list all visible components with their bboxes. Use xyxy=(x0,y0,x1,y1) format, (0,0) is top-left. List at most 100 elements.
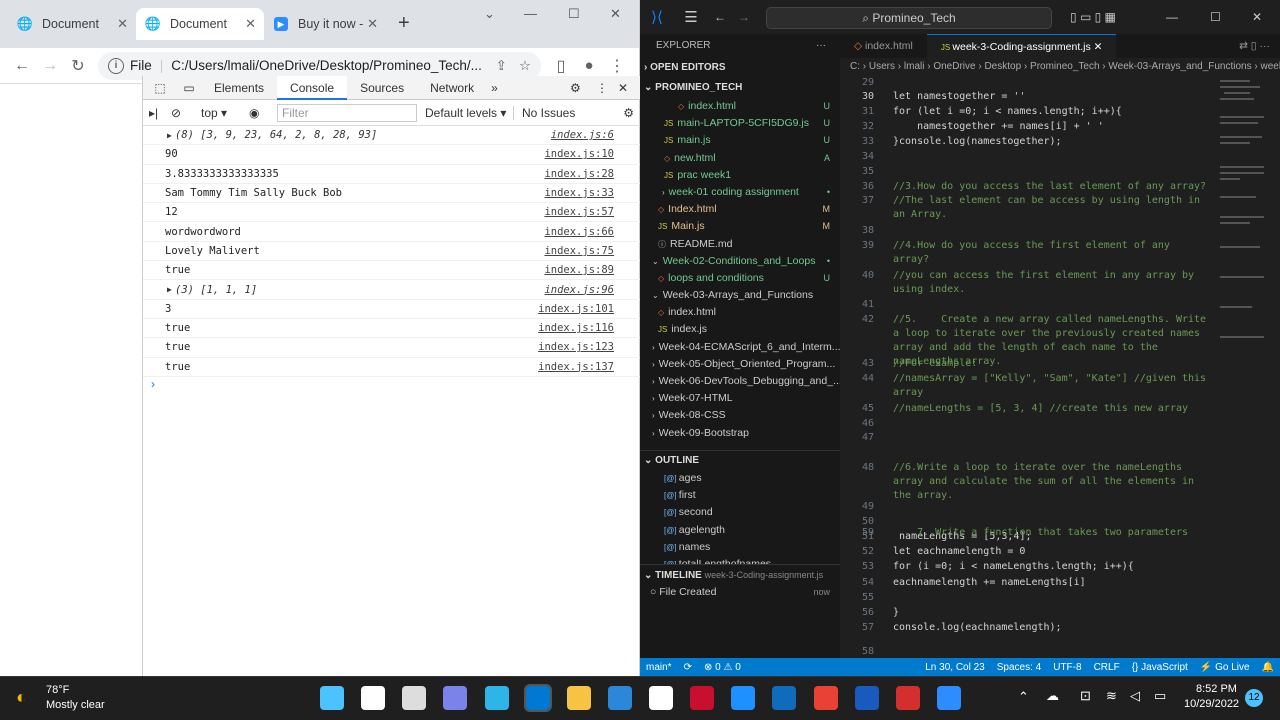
outlook-icon[interactable] xyxy=(772,686,796,710)
weather-icon[interactable]: ◐ xyxy=(16,687,27,708)
context-select[interactable]: top ▾ xyxy=(201,106,249,120)
close-icon[interactable]: ✕ xyxy=(1094,41,1103,53)
bell-icon[interactable]: 🔔 xyxy=(1262,662,1274,673)
branch-indicator[interactable]: main* xyxy=(646,662,672,673)
close-icon[interactable]: ✕ xyxy=(367,16,378,32)
info-icon[interactable]: i xyxy=(108,57,124,74)
code-editor[interactable]: 29 30 let namestogether = '' 31 for (let i =… xyxy=(840,76,1260,658)
log-source-link[interactable]: index.js:6 xyxy=(551,129,614,141)
sidepanel-icon[interactable]: ▯ xyxy=(547,56,575,76)
tree-item[interactable]: ⌄ Week-02-Conditions_and_Loops • xyxy=(640,253,840,270)
log-source-link[interactable]: index.js:75 xyxy=(544,245,614,257)
inspect-icon[interactable]: ⬚ xyxy=(143,81,177,95)
zoom-icon[interactable] xyxy=(937,686,961,710)
forward-icon[interactable]: → xyxy=(36,57,64,75)
tree-item[interactable]: ◇ Index.html M xyxy=(640,201,840,218)
cloud-icon[interactable]: ☁ xyxy=(1046,688,1059,704)
search-icon[interactable] xyxy=(361,686,385,710)
clock-date[interactable]: 10/29/2022 xyxy=(1184,698,1239,710)
minimize-button[interactable]: — xyxy=(1166,10,1178,24)
eye-icon[interactable]: ◉ xyxy=(249,106,269,120)
close-icon[interactable]: ✕ xyxy=(117,16,128,32)
network-icon[interactable]: ⊡ xyxy=(1080,688,1091,704)
maximize-button[interactable]: ☐ xyxy=(1210,10,1221,24)
more-actions-icon[interactable]: ··· xyxy=(816,34,826,58)
outline-item[interactable]: [@] ages xyxy=(640,470,840,487)
weather-desc[interactable]: Mostly clear xyxy=(46,699,105,711)
tab-network[interactable]: Network xyxy=(417,76,487,100)
breadcrumb[interactable]: C: › Users › lmali › OneDrive › Desktop … xyxy=(840,58,1280,76)
tree-item[interactable]: JS Main.js M xyxy=(640,218,840,235)
notification-badge[interactable]: 12 xyxy=(1245,689,1263,707)
menu-icon[interactable]: ☰ xyxy=(674,8,708,26)
outline-item[interactable]: [@] first xyxy=(640,487,840,504)
tree-item[interactable]: › Week-06-DevTools_Debugging_and_... xyxy=(640,373,840,390)
timeline-item[interactable]: ○ File Created now xyxy=(640,584,840,601)
photos-icon[interactable] xyxy=(731,686,755,710)
tree-item[interactable]: ◇ new.html A xyxy=(640,150,840,167)
menu-kebab-icon[interactable]: ⋮ xyxy=(603,56,631,76)
battery-icon[interactable]: ▭ xyxy=(1154,688,1166,704)
open-editors-section[interactable]: › OPEN EDITORS xyxy=(640,58,840,78)
pdf-icon[interactable] xyxy=(896,686,920,710)
log-source-link[interactable]: index.js:101 xyxy=(538,303,614,315)
tab-search-icon[interactable]: ⌄ xyxy=(484,6,495,22)
store-icon[interactable] xyxy=(608,686,632,710)
tree-item[interactable]: JS prac week1 xyxy=(640,167,840,184)
word-icon[interactable] xyxy=(855,686,879,710)
log-source-link[interactable]: index.js:96 xyxy=(544,284,614,296)
close-icon[interactable]: ✕ xyxy=(618,81,640,95)
file-explorer-icon[interactable] xyxy=(567,686,591,710)
command-center-search[interactable]: ⌕ Promineo_Tech xyxy=(766,7,1052,29)
eol[interactable]: CRLF xyxy=(1094,662,1120,673)
wifi-icon[interactable]: ≋ xyxy=(1106,688,1117,704)
console-prompt[interactable]: › xyxy=(143,377,640,395)
vscode-icon[interactable] xyxy=(524,684,552,712)
log-source-link[interactable]: index.js:89 xyxy=(544,264,614,276)
log-source-link[interactable]: index.js:28 xyxy=(544,168,614,180)
mcafee-icon[interactable] xyxy=(690,686,714,710)
maximize-button[interactable]: ☐ xyxy=(568,6,580,22)
close-window-button[interactable]: ✕ xyxy=(610,6,621,22)
clear-console-icon[interactable]: ⊘ xyxy=(171,106,195,120)
close-window-button[interactable]: ✕ xyxy=(1252,10,1262,24)
cursor-position[interactable]: Ln 30, Col 23 xyxy=(925,662,985,673)
levels-dropdown[interactable]: Default levels ▾ xyxy=(425,106,513,120)
back-icon[interactable]: ← xyxy=(8,57,36,75)
chevron-up-icon[interactable]: ⌃ xyxy=(1018,689,1029,705)
minimize-button[interactable]: — xyxy=(524,6,537,21)
project-root[interactable]: ⌄ PROMINEO_TECH xyxy=(640,78,840,98)
language-mode[interactable]: {} JavaScript xyxy=(1132,662,1188,673)
new-tab-button[interactable]: + xyxy=(398,12,410,35)
outline-section[interactable]: ⌄ OUTLINE xyxy=(640,450,840,470)
tree-item[interactable]: JS main-LAPTOP-5CFI5DG9.js U xyxy=(640,115,840,132)
tab-document-1[interactable]: 🌐 Document ✕ xyxy=(8,8,136,40)
tree-item[interactable]: ⓘ README.md xyxy=(640,236,840,253)
editor-tab-week3-js[interactable]: JS week-3-Coding-assignment.js ✕ xyxy=(926,34,1117,58)
timeline-section[interactable]: ⌄ TIMELINE week-3-Coding-assignment.js xyxy=(640,564,840,584)
gear-icon[interactable]: ⚙ xyxy=(570,81,596,95)
log-source-link[interactable]: index.js:33 xyxy=(544,187,614,199)
encoding[interactable]: UTF-8 xyxy=(1053,662,1081,673)
profile-avatar-icon[interactable]: ● xyxy=(575,57,603,74)
tree-item[interactable]: ⌄ Week-03-Arrays_and_Functions xyxy=(640,287,840,304)
tree-item[interactable]: › Week-07-HTML xyxy=(640,390,840,407)
tab-console[interactable]: Console xyxy=(277,75,348,100)
log-source-link[interactable]: index.js:123 xyxy=(538,341,614,353)
layout-icons[interactable]: ▯ ▭ ▯ ▦ xyxy=(1070,10,1116,24)
sidebar-toggle-icon[interactable]: ▸| xyxy=(149,106,171,120)
outline-item[interactable]: [@] names xyxy=(640,539,840,556)
log-source-link[interactable]: index.js:116 xyxy=(538,322,614,334)
issues-button[interactable]: No Issues xyxy=(513,105,583,120)
close-icon[interactable]: ✕ xyxy=(245,16,256,32)
more-tabs-button[interactable]: » xyxy=(487,76,502,100)
outline-item[interactable]: [@] agelength xyxy=(640,522,840,539)
filter-input[interactable]: Filter xyxy=(277,103,417,122)
sync-icon[interactable]: ⟳ xyxy=(684,662,692,673)
tab-document-2[interactable]: 🌐 Document ✕ xyxy=(136,8,264,40)
tree-item[interactable]: JS main.js U xyxy=(640,132,840,149)
tree-item[interactable]: ◇ index.html U xyxy=(640,98,840,115)
tree-item[interactable]: › Week-04-ECMAScript_6_and_Interm... xyxy=(640,339,840,356)
log-source-link[interactable]: index.js:66 xyxy=(544,226,614,238)
log-source-link[interactable]: index.js:137 xyxy=(538,361,614,373)
